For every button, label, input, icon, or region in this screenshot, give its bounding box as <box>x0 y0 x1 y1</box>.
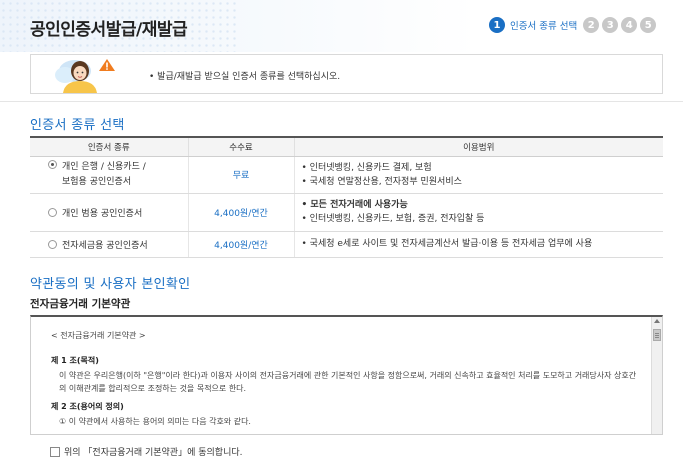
fee-cell: 4,400원/연간 <box>188 231 295 258</box>
cert-name: 개인 범용 공인인증서 <box>62 208 143 219</box>
article-title: 제 2 조(용어의 정의) <box>51 402 124 411</box>
scroll-thumb[interactable] <box>653 329 661 341</box>
step-1-circle: 1 <box>489 17 505 33</box>
column-header: 수수료 <box>188 137 295 157</box>
table-row[interactable]: 개인 범용 공인인증서 4,400원/연간 모든 전자거래에 사용가능 인터넷뱅… <box>30 193 664 232</box>
cert-name: 보험용 공인인증서 <box>62 176 132 187</box>
usage-item: 국세청 e세로 사이트 및 전자세금계산서 발급·이용 등 전자세금 업무에 사… <box>302 237 664 251</box>
article-body: ① 이 약관에서 사용하는 용어의 의미는 다음 각호와 같다. <box>59 417 251 426</box>
usage-item: 모든 전자거래에 사용가능 <box>302 198 664 212</box>
terms-content: < 전자금융거래 기본약관 > 제 1 조(목적) 이 약관은 우리은행(이하 … <box>51 329 641 433</box>
terms-doc-title: < 전자금융거래 기본약관 > <box>51 331 146 340</box>
cert-name-cell[interactable]: 개인 은행 / 신용카드 / 보험용 공인인증서 <box>30 156 189 194</box>
cert-name-cell[interactable]: 전자세금용 공인인증서 <box>30 231 189 258</box>
page-title: 공인인증서발급/재발급 <box>30 20 188 40</box>
terms-subtitle: 전자금융거래 기본약관 <box>30 298 131 310</box>
step-indicator: 1 인증서 종류 선택 2 3 4 5 <box>489 17 659 33</box>
cert-name: 전자세금용 공인인증서 <box>62 240 148 251</box>
column-header: 인증서 종류 <box>30 137 189 157</box>
fee-cell: 무료 <box>188 156 295 194</box>
table-row[interactable]: 개인 은행 / 신용카드 / 보험용 공인인증서 무료 인터넷뱅킹, 신용카드 결… <box>30 156 664 194</box>
cert-radio-personal-general[interactable] <box>48 207 57 217</box>
step-5-circle: 5 <box>640 17 657 33</box>
cert-type-table: 인증서 종류 수수료 이용범위 개인 은행 / 신용카드 / 보험용 공인인증서 … <box>30 136 663 258</box>
notice-text: • 발급/재발급 받으실 인증서 종류를 선택하십시오. <box>149 69 340 82</box>
step-1-label: 인증서 종류 선택 <box>510 21 578 32</box>
notice-text-prefix: • 발급/재발급 받으실 인증서 종류 <box>149 72 277 82</box>
usage-cell: 인터넷뱅킹, 신용카드 결제, 보험 국세청 연말정산용, 전자정부 민원서비스 <box>294 156 664 194</box>
column-header: 이용범위 <box>294 137 663 157</box>
usage-cell: 국세청 e세로 사이트 및 전자세금계산서 발급·이용 등 전자세금 업무에 사… <box>294 231 664 258</box>
usage-item: 국세청 연말정산용, 전자정부 민원서비스 <box>302 175 664 189</box>
usage-item: 인터넷뱅킹, 신용카드 결제, 보험 <box>302 161 664 175</box>
notice-box: • 발급/재발급 받으실 인증서 종류를 선택하십시오. <box>30 54 663 94</box>
agree-row[interactable]: 위의 「전자금융거래 기본약관」에 동의합니다. <box>50 445 243 458</box>
usage-item: 인터넷뱅킹, 신용카드, 보험, 증권, 전자입찰 등 <box>302 212 664 226</box>
step-3-circle: 3 <box>602 17 619 33</box>
agree-checkbox[interactable] <box>50 446 60 457</box>
table-row[interactable]: 전자세금용 공인인증서 4,400원/연간 국세청 e세로 사이트 및 전자세금… <box>30 231 664 258</box>
article-body: 이 약관은 우리은행(이하 "은행"이라 한다)과 이용자 사이의 전자금융거래… <box>59 371 637 393</box>
cert-radio-personal-bank[interactable] <box>48 159 57 169</box>
cert-name-cell[interactable]: 개인 범용 공인인증서 <box>30 193 189 232</box>
person-warning-icon <box>55 59 115 93</box>
step-4-circle: 4 <box>621 17 638 33</box>
notice-text-suffix: 를 선택하십시오. <box>276 72 341 82</box>
cert-radio-e-tax[interactable] <box>48 239 57 249</box>
terms-scrollbar[interactable] <box>651 317 662 434</box>
usage-cell: 모든 전자거래에 사용가능 인터넷뱅킹, 신용카드, 보험, 증권, 전자입찰 … <box>294 193 664 232</box>
agree-label[interactable]: 위의 「전자금융거래 기본약관」에 동의합니다. <box>64 445 243 458</box>
article-title: 제 1 조(목적) <box>51 356 99 365</box>
cert-name: 개인 은행 / 신용카드 / <box>62 161 146 172</box>
page-header: 공인인증서발급/재발급 1 인증서 종류 선택 2 3 4 5 <box>0 0 683 52</box>
scroll-up-arrow-icon[interactable] <box>654 319 660 323</box>
cert-type-section-title: 인증서 종류 선택 <box>30 118 125 133</box>
table-header-row: 인증서 종류 수수료 이용범위 <box>30 137 663 157</box>
terms-section-title: 약관동의 및 사용자 본인확인 <box>30 277 191 292</box>
divider <box>0 101 683 102</box>
terms-scroll-box[interactable]: < 전자금융거래 기본약관 > 제 1 조(목적) 이 약관은 우리은행(이하 … <box>30 315 663 435</box>
step-2-circle: 2 <box>583 17 600 33</box>
fee-cell: 4,400원/연간 <box>188 193 295 232</box>
